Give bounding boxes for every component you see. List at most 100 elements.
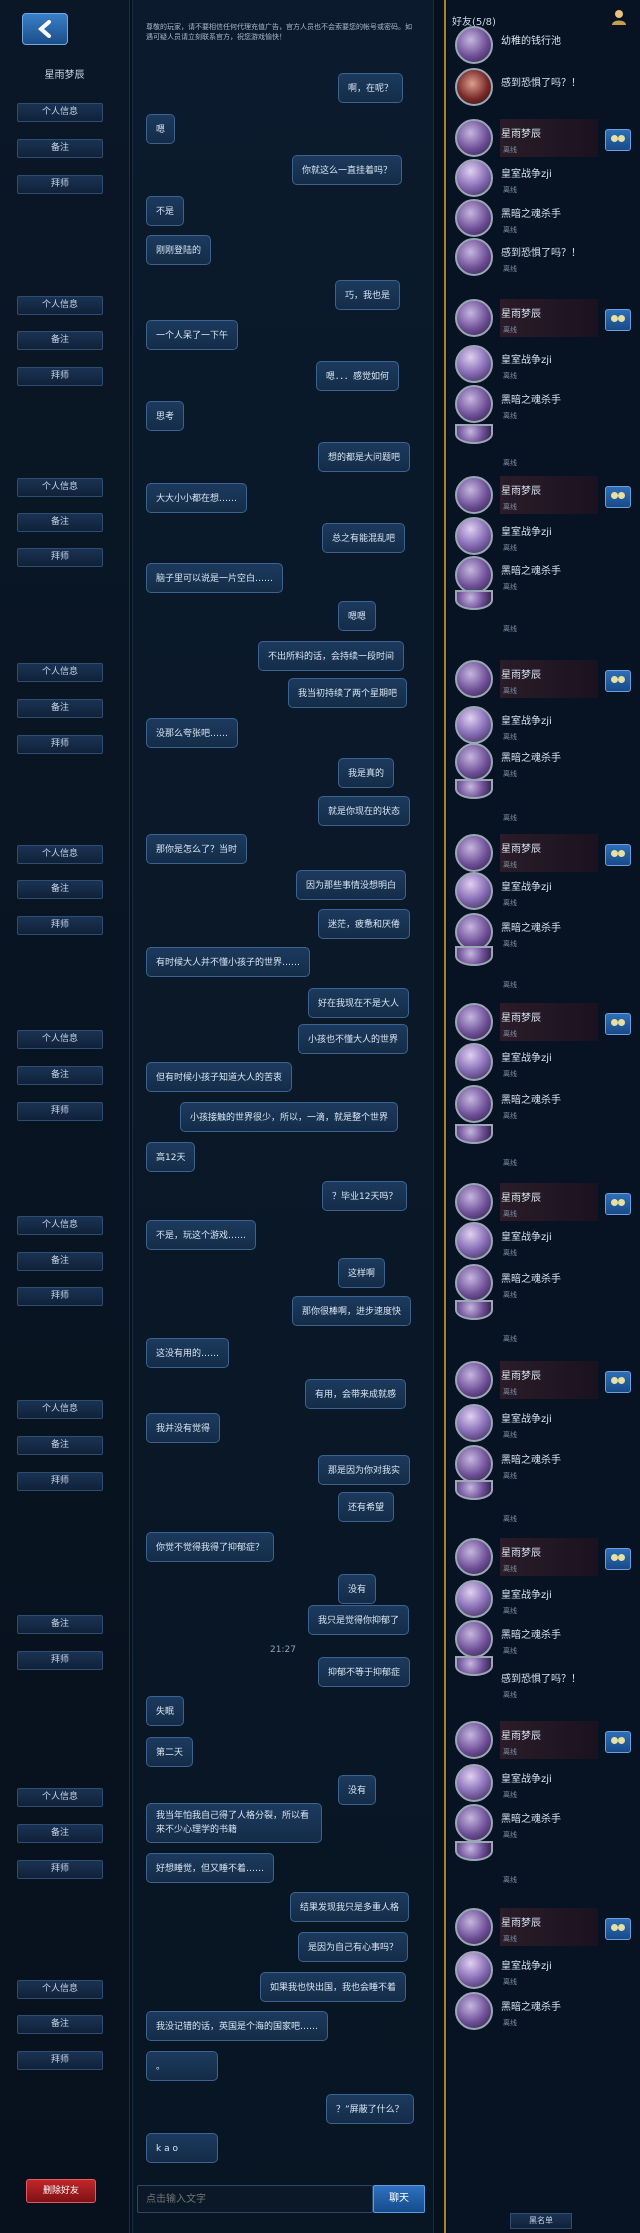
friend-row[interactable]: 星雨梦辰 离线 [448,658,631,702]
apprentice-button[interactable]: 拜师 [17,548,103,567]
friend-avatar[interactable] [455,1124,493,1144]
friend-avatar[interactable] [455,1721,493,1759]
friend-avatar[interactable] [455,1908,493,1946]
apprentice-button[interactable]: 拜师 [17,1102,103,1121]
chat-bubble-icon[interactable] [605,1918,631,1940]
profile-button[interactable]: 个人信息 [17,103,103,122]
remark-button[interactable]: 备注 [17,880,103,899]
friend-avatar[interactable] [455,872,493,910]
profile-button[interactable]: 个人信息 [17,1788,103,1807]
profile-button[interactable]: 个人信息 [17,663,103,682]
friend-avatar[interactable] [455,834,493,872]
friend-row[interactable]: 感到恐惧了吗？！ 离线 [448,236,628,280]
friend-row[interactable]: 黑暗之魂杀手 离线 [448,383,628,427]
profile-button[interactable]: 个人信息 [17,1980,103,1999]
friend-avatar[interactable] [455,1480,493,1500]
friend-avatar[interactable] [455,1445,493,1483]
friend-row[interactable]: 感到恐惧了吗？！ 离线 [448,1656,628,1706]
friend-avatar[interactable] [455,1300,493,1320]
friend-row[interactable]: 星雨梦辰 离线 [448,474,631,518]
friend-avatar[interactable] [455,706,493,744]
chat-bubble-icon[interactable] [605,486,631,508]
friend-avatar[interactable] [455,1361,493,1399]
friend-avatar[interactable] [455,1264,493,1302]
friend-row[interactable]: 幼稚的钱行池 [448,24,628,68]
friend-row[interactable]: 星雨梦辰 离线 [448,117,631,161]
delete-friend-button[interactable]: 删除好友 [26,2179,96,2203]
friend-avatar[interactable] [455,1580,493,1618]
friend-row[interactable]: 离线 [448,1841,628,1891]
friend-row[interactable]: 皇室战争zji 离线 [448,870,628,914]
friend-avatar[interactable] [455,1003,493,1041]
friend-avatar[interactable] [455,119,493,157]
apprentice-button[interactable]: 拜师 [17,367,103,386]
friend-row[interactable]: 离线 [448,590,628,640]
remark-button[interactable]: 备注 [17,699,103,718]
friend-avatar[interactable] [455,424,493,444]
friend-row[interactable]: 皇室战争zji 离线 [448,515,628,559]
friend-avatar[interactable] [455,1951,493,1989]
friend-row[interactable]: 皇室战争zji 离线 [448,1402,628,1446]
apprentice-button[interactable]: 拜师 [17,1287,103,1306]
friend-avatar[interactable] [455,1992,493,2030]
friend-avatar[interactable] [455,1656,493,1676]
friend-avatar[interactable] [455,946,493,966]
send-button[interactable]: 聊天 [373,2185,425,2213]
apprentice-button[interactable]: 拜师 [17,1472,103,1491]
friend-avatar[interactable] [455,517,493,555]
friend-row[interactable]: 皇室战争zji 离线 [448,343,628,387]
friend-avatar[interactable] [455,1804,493,1842]
friend-row[interactable]: 感到恐惧了吗？！ [448,66,628,110]
friend-avatar[interactable] [455,68,493,106]
profile-button[interactable]: 个人信息 [17,296,103,315]
chat-bubble-icon[interactable] [605,1193,631,1215]
friend-row[interactable]: 星雨梦辰 离线 [448,297,631,341]
friend-row[interactable]: 皇室战争zji 离线 [448,1041,628,1085]
remark-button[interactable]: 备注 [17,1436,103,1455]
chat-bubble-icon[interactable] [605,1371,631,1393]
friend-row[interactable]: 皇室战争zji 离线 [448,1220,628,1264]
friend-avatar[interactable] [455,779,493,799]
friend-avatar[interactable] [455,590,493,610]
chat-bubble-icon[interactable] [605,1731,631,1753]
friend-avatar[interactable] [455,385,493,423]
friend-row[interactable]: 离线 [448,1124,628,1174]
friend-avatar[interactable] [455,345,493,383]
friend-row[interactable]: 离线 [448,424,628,474]
friend-row[interactable]: 离线 [448,779,628,829]
friend-avatar[interactable] [455,159,493,197]
friend-avatar[interactable] [455,1841,493,1861]
chat-bubble-icon[interactable] [605,1013,631,1035]
back-button[interactable] [22,13,68,45]
friend-row[interactable]: 离线 [448,1480,628,1530]
chat-bubble-icon[interactable] [605,1548,631,1570]
remark-button[interactable]: 备注 [17,1615,103,1634]
friend-row[interactable]: 星雨梦辰 离线 [448,1001,631,1045]
friend-avatar[interactable] [455,1043,493,1081]
remark-button[interactable]: 备注 [17,2015,103,2034]
profile-button[interactable]: 个人信息 [17,845,103,864]
friend-avatar[interactable] [455,743,493,781]
friend-row[interactable]: 星雨梦辰 离线 [448,1536,631,1580]
remark-button[interactable]: 备注 [17,513,103,532]
friend-avatar[interactable] [455,660,493,698]
friend-row[interactable]: 星雨梦辰 离线 [448,1359,631,1403]
friend-avatar[interactable] [455,1764,493,1802]
chat-bubble-icon[interactable] [605,844,631,866]
friend-avatar[interactable] [455,1404,493,1442]
friend-row[interactable]: 皇室战争zji 离线 [448,1578,628,1622]
apprentice-button[interactable]: 拜师 [17,1651,103,1670]
apprentice-button[interactable]: 拜师 [17,916,103,935]
friend-row[interactable]: 皇室战争zji 离线 [448,1762,628,1806]
remark-button[interactable]: 备注 [17,1824,103,1843]
friend-avatar[interactable] [455,238,493,276]
apprentice-button[interactable]: 拜师 [17,2051,103,2070]
chat-bubble-icon[interactable] [605,309,631,331]
profile-button[interactable]: 个人信息 [17,478,103,497]
friend-row[interactable]: 星雨梦辰 离线 [448,1719,631,1763]
apprentice-button[interactable]: 拜师 [17,175,103,194]
friend-avatar[interactable] [455,1085,493,1123]
profile-button[interactable]: 个人信息 [17,1030,103,1049]
friend-row[interactable]: 皇室战争zji 离线 [448,1949,628,1993]
friend-avatar[interactable] [455,1183,493,1221]
